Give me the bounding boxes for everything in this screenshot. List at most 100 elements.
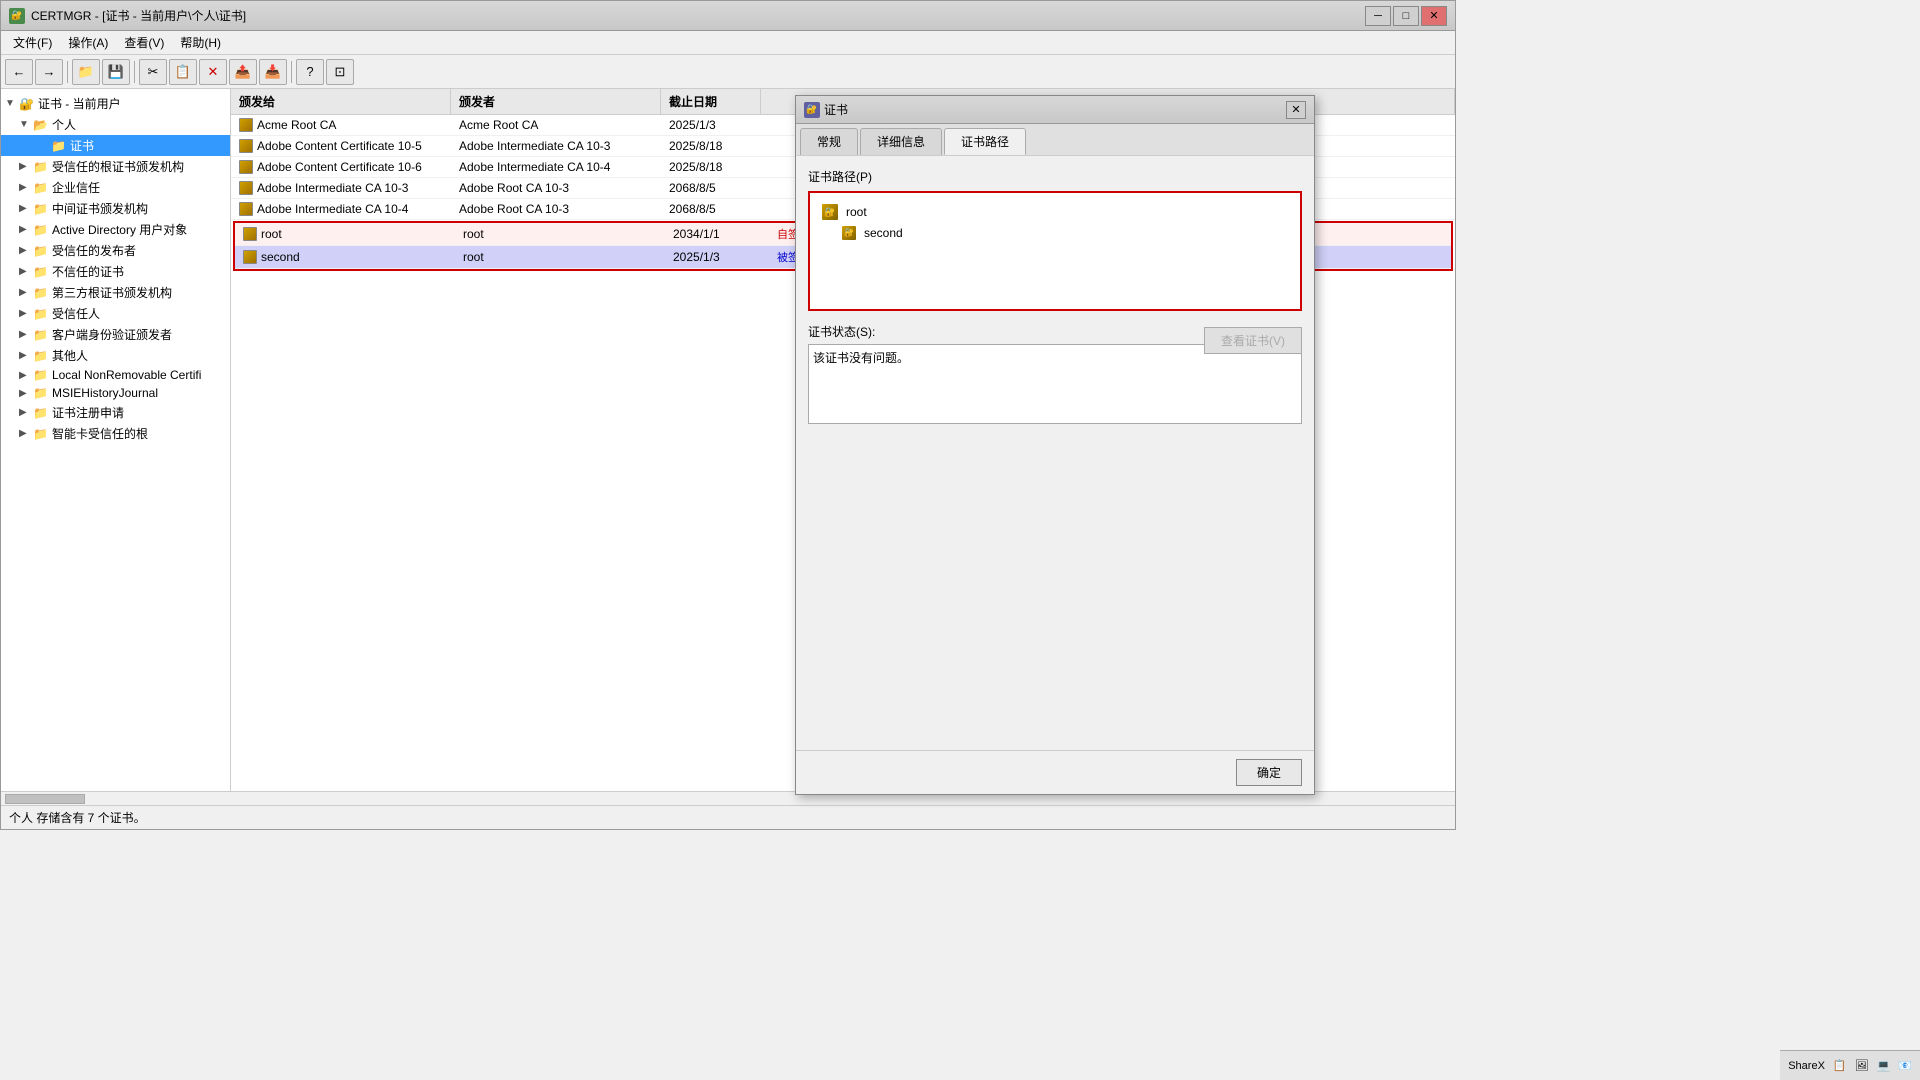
tree-item-local-nonremovable[interactable]: ▶ 📁 Local NonRemovable Certifi — [1, 366, 230, 384]
taskbar-sharex[interactable]: ShareX — [1788, 1060, 1825, 1072]
tree-item-ad[interactable]: ▶ 📁 Active Directory 用户对象 — [1, 219, 230, 240]
tree-item-others[interactable]: ▶ 📁 其他人 — [1, 345, 230, 366]
thirdparty-icon: 📁 — [33, 286, 48, 300]
tree-item-msie[interactable]: ▶ 📁 MSIEHistoryJournal — [1, 384, 230, 402]
menu-view[interactable]: 查看(V) — [116, 32, 172, 53]
tab-general[interactable]: 常规 — [800, 128, 858, 155]
tree-item-trusted-root[interactable]: ▶ 📁 受信任的根证书颁发机构 — [1, 156, 230, 177]
certs-label: 证书 — [70, 137, 94, 154]
enterprise-icon: 📁 — [33, 181, 48, 195]
others-icon: 📁 — [33, 349, 48, 363]
help-button[interactable]: ? — [296, 59, 324, 85]
lnr-icon: 📁 — [33, 368, 48, 382]
minimize-button[interactable]: ─ — [1365, 6, 1391, 26]
trusted-root-arrow: ▶ — [19, 161, 29, 172]
enterprise-label: 企业信任 — [52, 179, 100, 196]
ad-icon: 📁 — [33, 223, 48, 237]
up-folder-button[interactable]: 📁 — [72, 59, 100, 85]
cert-path-item-root[interactable]: 🔐 root — [818, 201, 1292, 223]
header-issued-by[interactable]: 颁发者 — [451, 89, 661, 114]
h-scroll-thumb[interactable] — [5, 794, 85, 804]
header-expiry[interactable]: 截止日期 — [661, 89, 761, 114]
cell-issued-by-6: root — [455, 247, 665, 267]
menu-help[interactable]: 帮助(H) — [172, 32, 229, 53]
menu-action[interactable]: 操作(A) — [60, 32, 116, 53]
menu-bar: 文件(F) 操作(A) 查看(V) 帮助(H) — [1, 31, 1455, 55]
trusted-people-icon: 📁 — [33, 307, 48, 321]
cert-icon-6 — [243, 250, 257, 264]
cell-issued-by-2: Adobe Intermediate CA 10-4 — [451, 157, 661, 177]
window-controls: ─ □ ✕ — [1365, 6, 1447, 26]
cert-path-item-second[interactable]: 🔐 second — [818, 223, 1292, 243]
tree-item-enterprise[interactable]: ▶ 📁 企业信任 — [1, 177, 230, 198]
cert-status-text: 该证书没有问题。 — [813, 351, 909, 365]
tab-details[interactable]: 详细信息 — [860, 128, 942, 155]
tp-icon: 📁 — [33, 244, 48, 258]
cell-issued-by-4: Adobe Root CA 10-3 — [451, 199, 661, 219]
cert-icon-3 — [239, 181, 253, 195]
cert-path-root-icon: 🔐 — [822, 204, 838, 220]
show-button[interactable]: 💾 — [102, 59, 130, 85]
msie-arrow: ▶ — [19, 388, 29, 399]
issued-to-text-6: second — [261, 250, 300, 264]
tree-item-personal[interactable]: ▼ 📂 个人 — [1, 114, 230, 135]
taskbar-icon-3[interactable]: 💻 — [1877, 1059, 1891, 1072]
trusted-people-arrow: ▶ — [19, 308, 29, 319]
intermediate-arrow: ▶ — [19, 203, 29, 214]
taskbar-icon-2[interactable]: 🖼 — [1855, 1059, 1869, 1072]
smartcard-icon: 📁 — [33, 427, 48, 441]
tree-root-item[interactable]: ▼ 🔐 证书 - 当前用户 — [1, 93, 230, 114]
lnr-label: Local NonRemovable Certifi — [52, 368, 201, 382]
msie-label: MSIEHistoryJournal — [52, 386, 158, 400]
tree-item-trusted-people[interactable]: ▶ 📁 受信任人 — [1, 303, 230, 324]
tree-item-trusted-publishers[interactable]: ▶ 📁 受信任的发布者 — [1, 240, 230, 261]
cert-enroll-arrow: ▶ — [19, 407, 29, 418]
ok-button[interactable]: 确定 — [1236, 759, 1302, 786]
smartcard-label: 智能卡受信任的根 — [52, 425, 148, 442]
back-button[interactable]: ← — [5, 59, 33, 85]
view-cert-button[interactable]: 查看证书(V) — [1204, 327, 1302, 354]
header-issued-to[interactable]: 颁发给 — [231, 89, 451, 114]
tree-item-client-auth[interactable]: ▶ 📁 客户端身份验证颁发者 — [1, 324, 230, 345]
trusted-root-label: 受信任的根证书颁发机构 — [52, 158, 184, 175]
issued-to-text-0: Acme Root CA — [257, 118, 336, 132]
dialog-close-button[interactable]: ✕ — [1286, 101, 1306, 119]
others-arrow: ▶ — [19, 350, 29, 361]
cert-icon-5 — [243, 227, 257, 241]
cell-issued-to-6: second — [235, 247, 455, 267]
tree-item-cert-enrollment[interactable]: ▶ 📁 证书注册申请 — [1, 402, 230, 423]
export-button[interactable]: 📤 — [229, 59, 257, 85]
forward-button[interactable]: → — [35, 59, 63, 85]
maximize-button[interactable]: □ — [1393, 6, 1419, 26]
menu-file[interactable]: 文件(F) — [5, 32, 60, 53]
cell-issued-by-0: Acme Root CA — [451, 115, 661, 135]
cert-enroll-label: 证书注册申请 — [52, 404, 124, 421]
toolbar: ← → 📁 💾 ✂ 📋 ✕ 📤 📥 ? ⊡ — [1, 55, 1455, 89]
cert-path-root-label: root — [846, 205, 867, 219]
copy-button[interactable]: 📋 — [169, 59, 197, 85]
cert-icon-2 — [239, 160, 253, 174]
taskbar-icon-4[interactable]: 📧 — [1898, 1059, 1912, 1072]
tree-item-third-party[interactable]: ▶ 📁 第三方根证书颁发机构 — [1, 282, 230, 303]
issued-to-text-5: root — [261, 227, 282, 241]
title-bar: 🔐 CERTMGR - [证书 - 当前用户\个人\证书] ─ □ ✕ — [1, 1, 1455, 31]
tree-item-untrusted[interactable]: ▶ 📁 不信任的证书 — [1, 261, 230, 282]
cell-expiry-6: 2025/1/3 — [665, 247, 765, 267]
tab-cert-path[interactable]: 证书路径 — [944, 128, 1026, 155]
import-button[interactable]: 📥 — [259, 59, 287, 85]
cell-expiry-5: 2034/1/1 — [665, 224, 765, 244]
cert-dialog: 🔐 证书 ✕ 常规 详细信息 证书路径 证书路径(P) 🔐 root 🔐 sec… — [795, 95, 1315, 795]
cert-path-box: 🔐 root 🔐 second — [808, 191, 1302, 311]
tree-item-intermediate[interactable]: ▶ 📁 中间证书颁发机构 — [1, 198, 230, 219]
taskbar-icon-1[interactable]: 📋 — [1833, 1059, 1847, 1072]
delete-button[interactable]: ✕ — [199, 59, 227, 85]
tree-item-smartcard[interactable]: ▶ 📁 智能卡受信任的根 — [1, 423, 230, 444]
cut-button[interactable]: ✂ — [139, 59, 167, 85]
close-button[interactable]: ✕ — [1421, 6, 1447, 26]
tree-item-certificates[interactable]: 📁 证书 — [1, 135, 230, 156]
msie-icon: 📁 — [33, 386, 48, 400]
app-icon: 🔐 — [9, 8, 25, 24]
toolbar-sep-3 — [291, 61, 292, 83]
properties-button[interactable]: ⊡ — [326, 59, 354, 85]
untrusted-arrow: ▶ — [19, 266, 29, 277]
